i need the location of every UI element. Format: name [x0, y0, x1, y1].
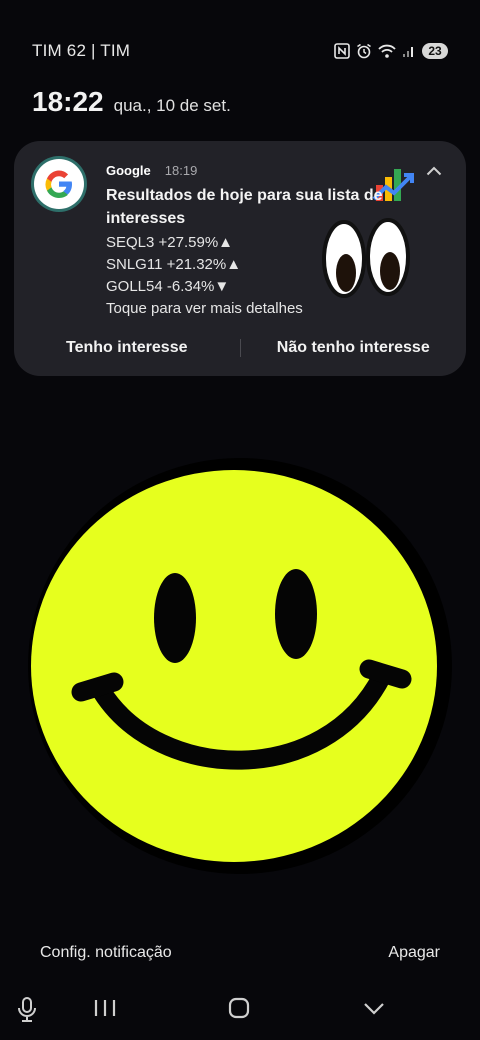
- clear-notifications-link[interactable]: Apagar: [388, 944, 440, 962]
- stock-line: SEQL3 +27.59%▲: [106, 234, 234, 251]
- home-icon[interactable]: [227, 996, 251, 1025]
- alarm-icon: [356, 43, 372, 59]
- interested-button[interactable]: Tenho interesse: [14, 339, 240, 357]
- collapse-chevron-icon[interactable]: [426, 163, 442, 181]
- notification-time: 18:19: [164, 163, 198, 178]
- google-logo-icon: [34, 159, 84, 209]
- recent-apps-icon[interactable]: [93, 996, 117, 1025]
- notification-body: SEQL3 +27.59%▲ SNLG11 +21.32%▲ GOLL54 -6…: [106, 232, 303, 320]
- details-hint: Toque para ver mais detalhes: [106, 300, 303, 317]
- notification-settings-link[interactable]: Config. notificação: [40, 944, 172, 962]
- carrier-label: TIM 62 | TIM: [32, 41, 131, 60]
- google-notification-card[interactable]: Google 18:19 Resultados de hoje para sua…: [14, 141, 466, 376]
- status-icons: 23: [334, 43, 448, 59]
- back-icon[interactable]: [362, 996, 386, 1025]
- smiley-wallpaper: [24, 454, 456, 883]
- clock-date: qua., 10 de set.: [113, 96, 231, 115]
- googly-eyes-sticker: [322, 217, 410, 306]
- signal-icon: [402, 44, 416, 58]
- notification-header: Google 18:19: [106, 163, 197, 178]
- stock-line: GOLL54 -6.34%▼: [106, 278, 230, 295]
- status-bar: TIM 62 | TIM 23: [32, 38, 448, 64]
- navigation-bar: [0, 992, 480, 1028]
- nfc-icon: [334, 43, 350, 59]
- app-name: Google: [106, 163, 151, 178]
- notification-footer: Config. notificação Apagar: [40, 944, 440, 962]
- wifi-icon: [378, 43, 396, 59]
- clock-time: 18:22: [32, 86, 104, 117]
- not-interested-button[interactable]: Não tenho interesse: [241, 339, 467, 357]
- battery-indicator: 23: [422, 43, 448, 59]
- stock-line: SNLG11 +21.32%▲: [106, 256, 242, 273]
- mic-icon[interactable]: [16, 996, 38, 1029]
- lockscreen-clock: 18:22 qua., 10 de set.: [32, 86, 231, 118]
- notification-actions: Tenho interesse Não tenho interesse: [14, 335, 466, 361]
